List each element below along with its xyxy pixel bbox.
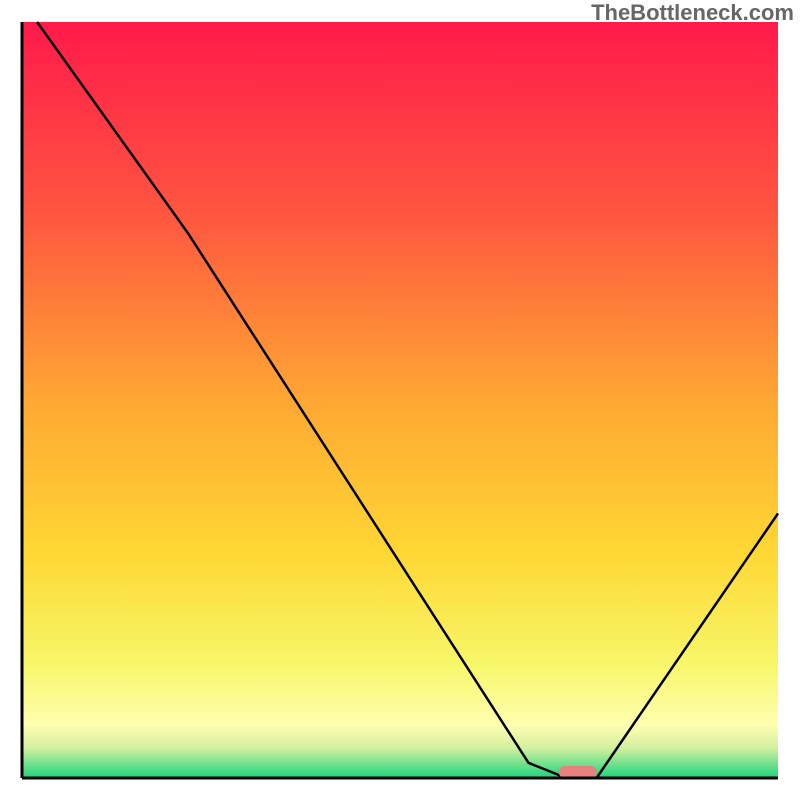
bottleneck-chart: TheBottleneck.com (0, 0, 800, 800)
chart-svg (0, 0, 800, 800)
optimal-marker (559, 766, 597, 778)
watermark-label: TheBottleneck.com (591, 0, 794, 26)
plot-background (22, 22, 778, 778)
